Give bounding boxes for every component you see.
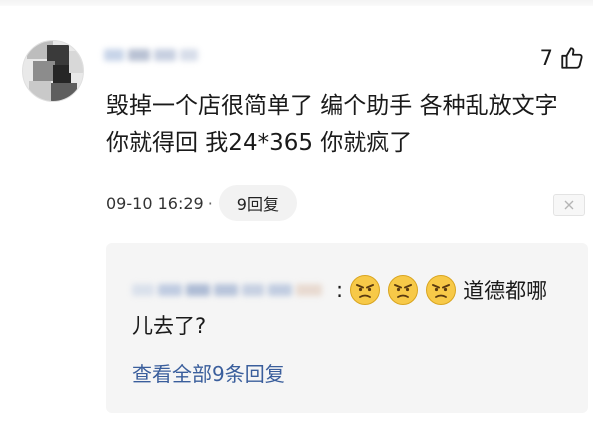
meta-separator: · [207, 193, 213, 213]
thumbs-up-icon [561, 47, 583, 69]
avatar[interactable] [22, 40, 84, 102]
reply-text-line2: 儿去了? [132, 314, 207, 338]
reply-text-line1: 道德都哪 [463, 279, 548, 303]
username-blurred[interactable] [104, 45, 199, 65]
view-all-replies-link[interactable]: 查看全部9条回复 [132, 359, 285, 389]
like-button[interactable]: 7 [540, 43, 585, 73]
comment-timestamp: 09-10 16:29 [106, 193, 204, 213]
dismiss-button[interactable] [553, 194, 585, 216]
frowning-face-emoji-icon [388, 275, 419, 305]
frowning-face-emoji-icon [426, 275, 457, 305]
comment-meta: 09-10 16:29 · 9回复 [106, 185, 297, 221]
top-divider [0, 0, 593, 6]
reply-preview: : 道德都哪 儿去了? 查看全部9条回复 [106, 243, 588, 413]
reply-username-blurred[interactable] [132, 281, 327, 299]
like-count: 7 [539, 46, 553, 70]
close-icon [564, 200, 574, 210]
frowning-face-emoji-icon [350, 275, 381, 305]
comment-text: 毁掉一个店很简单了 编个助手 各种乱放文字 你就得回 我24*365 你就疯了 [106, 93, 558, 156]
reply-first-line: : 道德都哪 [332, 272, 547, 308]
reply-count-button[interactable]: 9回复 [218, 185, 297, 221]
reply-colon: : [336, 278, 344, 302]
